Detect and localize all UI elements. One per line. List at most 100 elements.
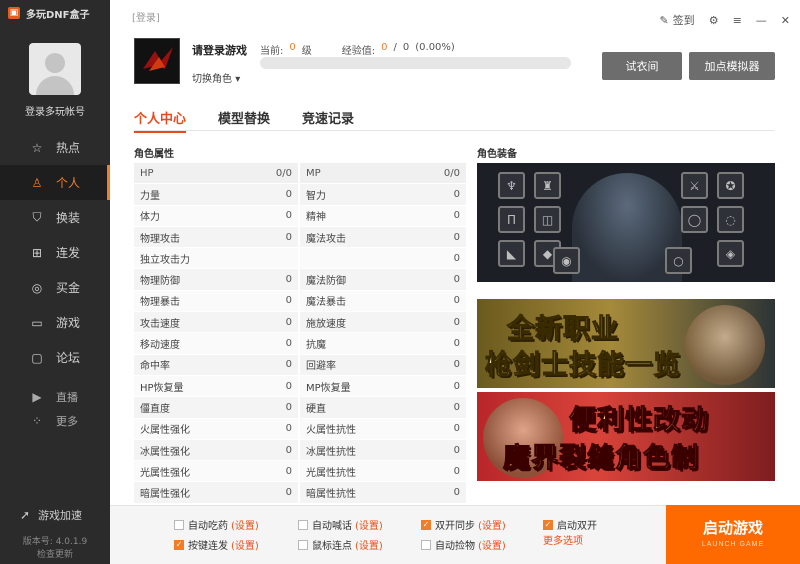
attribute-value: 0 [453,380,460,392]
skill-simulator-button[interactable]: 加点模拟器 [689,52,775,80]
shoulder-slot-icon[interactable]: ♆ [498,172,525,199]
option-launch-dual[interactable]: ✓ 启动双开 [543,517,597,532]
attribute-cell: 暗属性强化 0 [134,482,300,504]
attribute-cell: 移动速度 0 [134,333,300,355]
attribute-name: 力量 [140,190,160,202]
switch-role-dropdown[interactable]: 切换角色 ▾ [192,70,240,85]
attribute-cell: 冰属性强化 0 [134,439,300,462]
medal-slot-icon[interactable]: ✪ [717,172,744,199]
attribute-value: 0 [453,401,460,413]
checkbox[interactable]: ✓ [421,519,431,530]
close-icon: ✕ [780,13,790,27]
attribute-name: 冰属性抗性 [306,446,356,458]
attribute-value: 0 [285,231,292,243]
nav-item-buygold[interactable]: ◎ 买金 [0,270,110,305]
attribute-name: 智力 [306,190,326,202]
game-accelerator-button[interactable]: ➚ 游戏加速 [18,507,82,523]
avatar[interactable] [29,43,81,95]
attribute-cell: 魔法攻击 0 [300,226,466,249]
login-hint-link[interactable]: [登录] [132,9,160,24]
nav-item-personal[interactable]: ♙ 个人 [0,165,110,200]
option-settings-link[interactable]: (设置) [231,517,259,532]
nav-item-forum[interactable]: ▢ 论坛 [0,340,110,375]
attribute-cell: 智力 0 [300,184,466,206]
menu-button[interactable]: ≡ [733,14,742,27]
attribute-cell: 物理攻击 0 [134,226,300,249]
nav-item-label: 更多 [56,415,78,428]
accel-label: 游戏加速 [38,509,82,522]
option-dual-sync[interactable]: ✓ 双开同步 (设置) [421,517,506,532]
option-label: 自动喊话 [312,521,352,532]
banner-convenience-update[interactable]: 便利性改动 魔界裂缝角色制 [477,392,775,481]
option-label: 双开同步 [435,521,475,532]
nav-item-autofire[interactable]: ⊞ 连发 [0,235,110,270]
option-auto-potion[interactable]: 自动吃药 (设置) [174,517,259,532]
attribute-value: 0 [285,295,292,307]
attribute-name: 冰属性强化 [140,446,190,458]
banner-new-class[interactable]: 全新职业 枪剑士技能一览 [477,299,775,388]
title-slot-icon[interactable]: ◉ [553,247,580,274]
attribute-row: 命中率 0 回避率 0 [134,354,466,376]
option-key-autofire[interactable]: ✓ 按键连发 (设置) [174,537,259,552]
level-exp-row: 当前: 0 级 经验值: 0 / 0 (0.00%) [260,42,455,57]
bracelet-slot-icon[interactable]: ◯ [681,206,708,233]
pants-slot-icon[interactable]: Π [498,206,525,233]
checkin-button[interactable]: ✎ 签到 [659,12,694,28]
attribute-cell: 硬直 0 [300,397,466,419]
attribute-cell: 冰属性抗性 0 [300,439,466,462]
sub-nav: ▶ 直播 ⁘ 更多 [0,385,110,433]
attribute-value: 0 [453,210,460,222]
level-value: 0 [289,42,296,53]
user-icon: ♙ [31,175,43,190]
checkbox[interactable] [298,539,308,550]
earring-slot-icon[interactable]: ◈ [717,240,744,267]
attributes-table: HP 0/0 MP 0/0 力量 0 智力 0 体力 0 精神 0 物理攻击 0 魔法攻击 0 独立攻击力 0 物理… [134,163,466,504]
login-account-link[interactable]: 登录多玩帐号 [0,103,110,118]
option-settings-link[interactable]: (设置) [478,537,506,552]
nav-item-label: 连发 [56,246,81,260]
nav-item-live[interactable]: ▶ 直播 [0,385,110,409]
nav-item-dressup[interactable]: ⛉ 换装 [0,200,110,235]
checkbox[interactable]: ✓ [174,539,184,550]
belt-slot-icon[interactable]: ◫ [534,206,561,233]
option-auto-pickup[interactable]: 自动捡物 (设置) [421,537,506,552]
checkbox[interactable]: ✓ [543,519,553,530]
check-update-link[interactable]: 检查更新 [0,547,110,560]
launch-label: 启动游戏 [702,520,763,537]
checkbox[interactable] [298,519,308,530]
attribute-name: HP恢复量 [140,382,184,394]
try-on-button[interactable]: 试衣间 [602,52,682,80]
nav-item-more[interactable]: ⁘ 更多 [0,409,110,433]
ring-slot-icon[interactable]: ○ [665,247,692,274]
attribute-value: 0 [453,423,460,435]
launch-game-button[interactable]: 启动游戏 LAUNCH GAME [666,505,800,564]
coat-slot-icon[interactable]: ♜ [534,172,561,199]
banner-line2: 魔界裂缝角色制 [503,443,699,475]
weapon-slot-icon[interactable]: ⚔ [681,172,708,199]
attribute-value: 0 [453,465,460,477]
nav-item-hot[interactable]: ☆ 热点 [0,130,110,165]
more-options-link[interactable]: 更多选项 [543,532,583,547]
option-settings-link[interactable]: (设置) [355,537,383,552]
option-settings-link[interactable]: (设置) [355,517,383,532]
option-settings-link[interactable]: (设置) [478,517,506,532]
checkbox[interactable] [174,519,184,530]
checkbox[interactable] [421,539,431,550]
attribute-cell: HP恢复量 0 [134,375,300,398]
close-button[interactable]: ✕ [781,14,790,27]
exp-max: 0 [402,42,410,53]
attribute-cell: 物理防御 0 [134,269,300,291]
shoes-slot-icon[interactable]: ◣ [498,240,525,267]
option-mouse-click[interactable]: 鼠标连点 (设置) [298,537,383,552]
minimize-button[interactable]: — [756,14,767,27]
play-icon: ▶ [32,390,42,404]
attribute-value: 0 [453,295,460,307]
settings-button[interactable]: ⚙ [709,14,719,27]
attribute-cell: 体力 0 [134,205,300,227]
app-title-bar: ▣ 多玩DNF盒子 [0,0,110,26]
option-auto-shout[interactable]: 自动喊话 (设置) [298,517,383,532]
option-settings-link[interactable]: (设置) [231,537,259,552]
edit-icon: ✎ [659,13,669,27]
nav-item-games[interactable]: ▭ 游戏 [0,305,110,340]
necklace-slot-icon[interactable]: ◌ [717,206,744,233]
